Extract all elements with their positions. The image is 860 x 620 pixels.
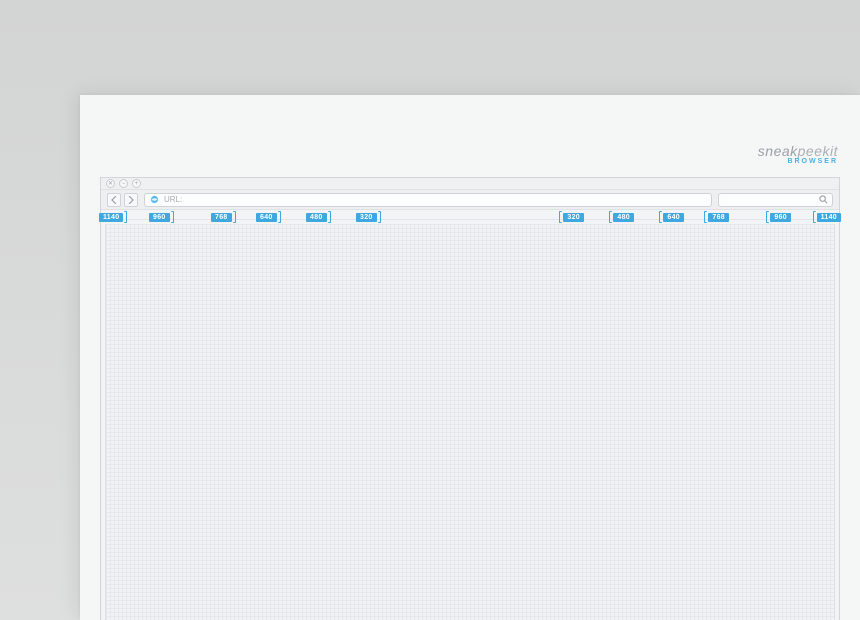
brand-logo: sneakpeekit BROWSER (758, 143, 838, 165)
url-input[interactable]: URL: (144, 193, 712, 207)
breakpoint-marker: 768 (211, 211, 236, 223)
nav-button-group (107, 193, 138, 207)
browser-frame: ✕ − + (100, 177, 840, 620)
breakpoint-marker: 960 (766, 211, 791, 223)
breakpoint-label: 480 (613, 213, 634, 222)
breakpoint-tick-icon (124, 211, 127, 223)
breakpoint-tick-icon (171, 211, 174, 223)
breakpoint-marker: 768 (704, 211, 729, 223)
breakpoint-marker: 640 (659, 211, 684, 223)
breakpoint-label: 640 (663, 213, 684, 222)
breakpoint-marker: 1140 (99, 211, 127, 223)
paper-sheet: sneakpeekit BROWSER ✕ − + (80, 95, 860, 620)
breakpoint-label: 960 (149, 213, 170, 222)
breakpoint-tick-icon (378, 211, 381, 223)
breakpoint-tick-icon (659, 211, 662, 223)
window-titlebar: ✕ − + (101, 178, 839, 190)
back-button[interactable] (107, 193, 121, 207)
breakpoint-tick-icon (813, 211, 816, 223)
breakpoint-tick-icon (278, 211, 281, 223)
breakpoint-label: 768 (211, 213, 232, 222)
breakpoint-marker: 1140 (813, 211, 841, 223)
logo-word-2: peekit (798, 143, 838, 159)
chevron-right-icon (128, 191, 134, 209)
breakpoint-label: 1140 (817, 213, 841, 222)
breakpoint-marker: 480 (306, 211, 331, 223)
breakpoint-tick-icon (766, 211, 769, 223)
search-input[interactable] (718, 193, 833, 207)
breakpoint-marker: 640 (256, 211, 281, 223)
window-minimize-button[interactable]: − (119, 179, 128, 188)
minus-icon: − (122, 181, 126, 187)
breakpoint-label: 320 (356, 213, 377, 222)
logo-word-1: sneak (758, 143, 798, 159)
plus-icon: + (135, 181, 139, 187)
breakpoint-marker: 960 (149, 211, 174, 223)
breakpoint-marker: 320 (559, 211, 584, 223)
globe-icon (150, 195, 159, 204)
breakpoint-marker: 480 (609, 211, 634, 223)
breakpoint-tick-icon (233, 211, 236, 223)
breakpoint-tick-icon (609, 211, 612, 223)
breakpoint-label: 768 (708, 213, 729, 222)
logo-subtitle: BROWSER (758, 158, 838, 165)
url-label: URL: (164, 195, 182, 204)
chevron-left-icon (111, 191, 117, 209)
breakpoint-tick-icon (704, 211, 707, 223)
close-icon: ✕ (108, 181, 113, 187)
breakpoint-label: 960 (770, 213, 791, 222)
search-icon (819, 191, 828, 209)
window-close-button[interactable]: ✕ (106, 179, 115, 188)
breakpoint-label: 640 (256, 213, 277, 222)
breakpoint-label: 1140 (99, 213, 123, 222)
breakpoint-label: 480 (306, 213, 327, 222)
sketch-canvas[interactable] (105, 224, 835, 620)
breakpoint-label: 320 (563, 213, 584, 222)
browser-toolbar: URL: (101, 190, 839, 210)
breakpoint-tick-icon (328, 211, 331, 223)
window-maximize-button[interactable]: + (132, 179, 141, 188)
breakpoint-tick-icon (559, 211, 562, 223)
breakpoint-ruler: 1140 960 768 640 480 320 320 480 640 768… (101, 210, 839, 224)
desk-surface: sneakpeekit BROWSER ✕ − + (0, 0, 860, 620)
breakpoint-marker: 320 (356, 211, 381, 223)
forward-button[interactable] (124, 193, 138, 207)
